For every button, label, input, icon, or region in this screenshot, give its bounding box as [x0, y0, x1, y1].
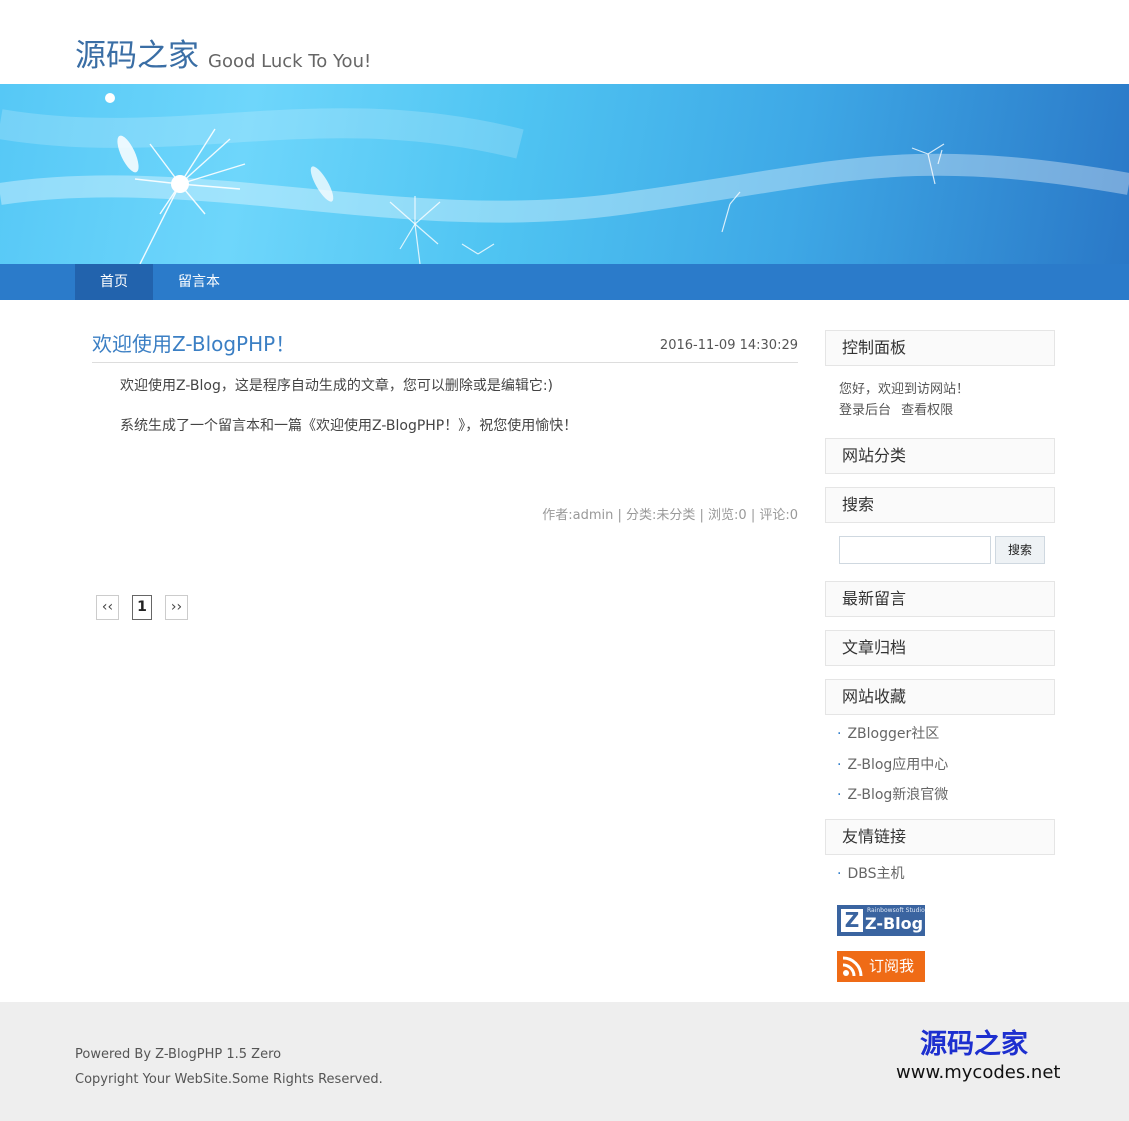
post-date: 2016-11-09 14:30:29 — [659, 338, 798, 353]
rss-icon — [842, 956, 863, 977]
widget-title-categories: 网站分类 — [825, 438, 1055, 474]
control-panel-greeting: 您好，欢迎到访网站！ — [839, 382, 970, 397]
widget-title-archives: 文章归档 — [825, 630, 1055, 666]
footer-copyright: Copyright Your WebSite.Some Rights Reser… — [75, 1072, 383, 1087]
favorite-link-label: Z-Blog新浪官微 — [847, 787, 949, 803]
login-link[interactable]: 登录后台 — [839, 403, 891, 418]
footer-powered: Powered By Z-BlogPHP 1.5 Zero — [75, 1047, 282, 1062]
widget-title-control-panel: 控制面板 — [825, 330, 1055, 366]
favorite-link[interactable]: · Z-Blog应用中心 — [837, 755, 948, 775]
widget-title-latest-comments: 最新留言 — [825, 581, 1055, 617]
header-banner — [0, 84, 1129, 264]
bullet-icon: · — [837, 726, 842, 742]
post-paragraph: 系统生成了一个留言本和一篇《欢迎使用Z-BlogPHP！》，祝您使用愉快！ — [120, 418, 578, 434]
nav-item-home[interactable]: 首页 — [75, 264, 153, 300]
pager-next-button[interactable]: ›› — [165, 595, 188, 620]
dandelion-banner-graphic — [0, 93, 1129, 264]
friend-link[interactable]: · DBS主机 — [837, 864, 904, 884]
widget-title-favorites: 网站收藏 — [825, 679, 1055, 715]
favorite-link-label: ZBlogger社区 — [847, 726, 940, 742]
favorite-link[interactable]: · ZBlogger社区 — [837, 724, 939, 744]
post-meta: 作者:admin | 分类:未分类 | 浏览:0 | 评论:0 — [542, 508, 798, 523]
post-divider — [92, 362, 798, 363]
nav-item-guestbook[interactable]: 留言本 — [160, 264, 238, 300]
site-title[interactable]: 源码之家 — [75, 36, 199, 76]
zblog-badge[interactable]: Z Rainbowsoft Studio Z-Blog — [837, 905, 925, 936]
friend-link-label: DBS主机 — [847, 866, 905, 882]
zblog-badge-text: Z-Blog — [865, 914, 924, 933]
rss-subscribe-button[interactable]: 订阅我 — [837, 951, 925, 982]
post-paragraph: 欢迎使用Z-Blog，这是程序自动生成的文章，您可以删除或是编辑它:) — [120, 378, 554, 394]
site-header: 源码之家 Good Luck To You! — [0, 0, 1129, 84]
pager-current-page[interactable]: 1 — [132, 595, 152, 620]
widget-title-search: 搜索 — [825, 487, 1055, 523]
bullet-icon: · — [837, 866, 842, 882]
zblog-badge-small: Rainbowsoft Studio — [867, 907, 925, 914]
permissions-link[interactable]: 查看权限 — [901, 403, 953, 418]
bullet-icon: · — [837, 787, 842, 803]
site-slogan: Good Luck To You! — [208, 51, 372, 72]
favorite-link-label: Z-Blog应用中心 — [847, 757, 949, 773]
search-button[interactable]: 搜索 — [995, 536, 1045, 564]
zblog-logo-icon: Z — [841, 909, 863, 932]
control-panel-links: 登录后台 查看权限 — [839, 401, 953, 421]
rss-label: 订阅我 — [869, 957, 915, 975]
watermark-url: www.mycodes.net — [896, 1062, 1061, 1083]
watermark-title: 源码之家 — [920, 1029, 1028, 1060]
favorite-link[interactable]: · Z-Blog新浪官微 — [837, 785, 948, 805]
widget-title-friend-links: 友情链接 — [825, 819, 1055, 855]
post-title[interactable]: 欢迎使用Z-BlogPHP！ — [92, 330, 295, 358]
main-nav: 首页 留言本 — [0, 264, 1129, 300]
pager-prev-button[interactable]: ‹‹ — [96, 595, 119, 620]
bullet-icon: · — [837, 757, 842, 773]
search-input[interactable] — [839, 536, 991, 564]
